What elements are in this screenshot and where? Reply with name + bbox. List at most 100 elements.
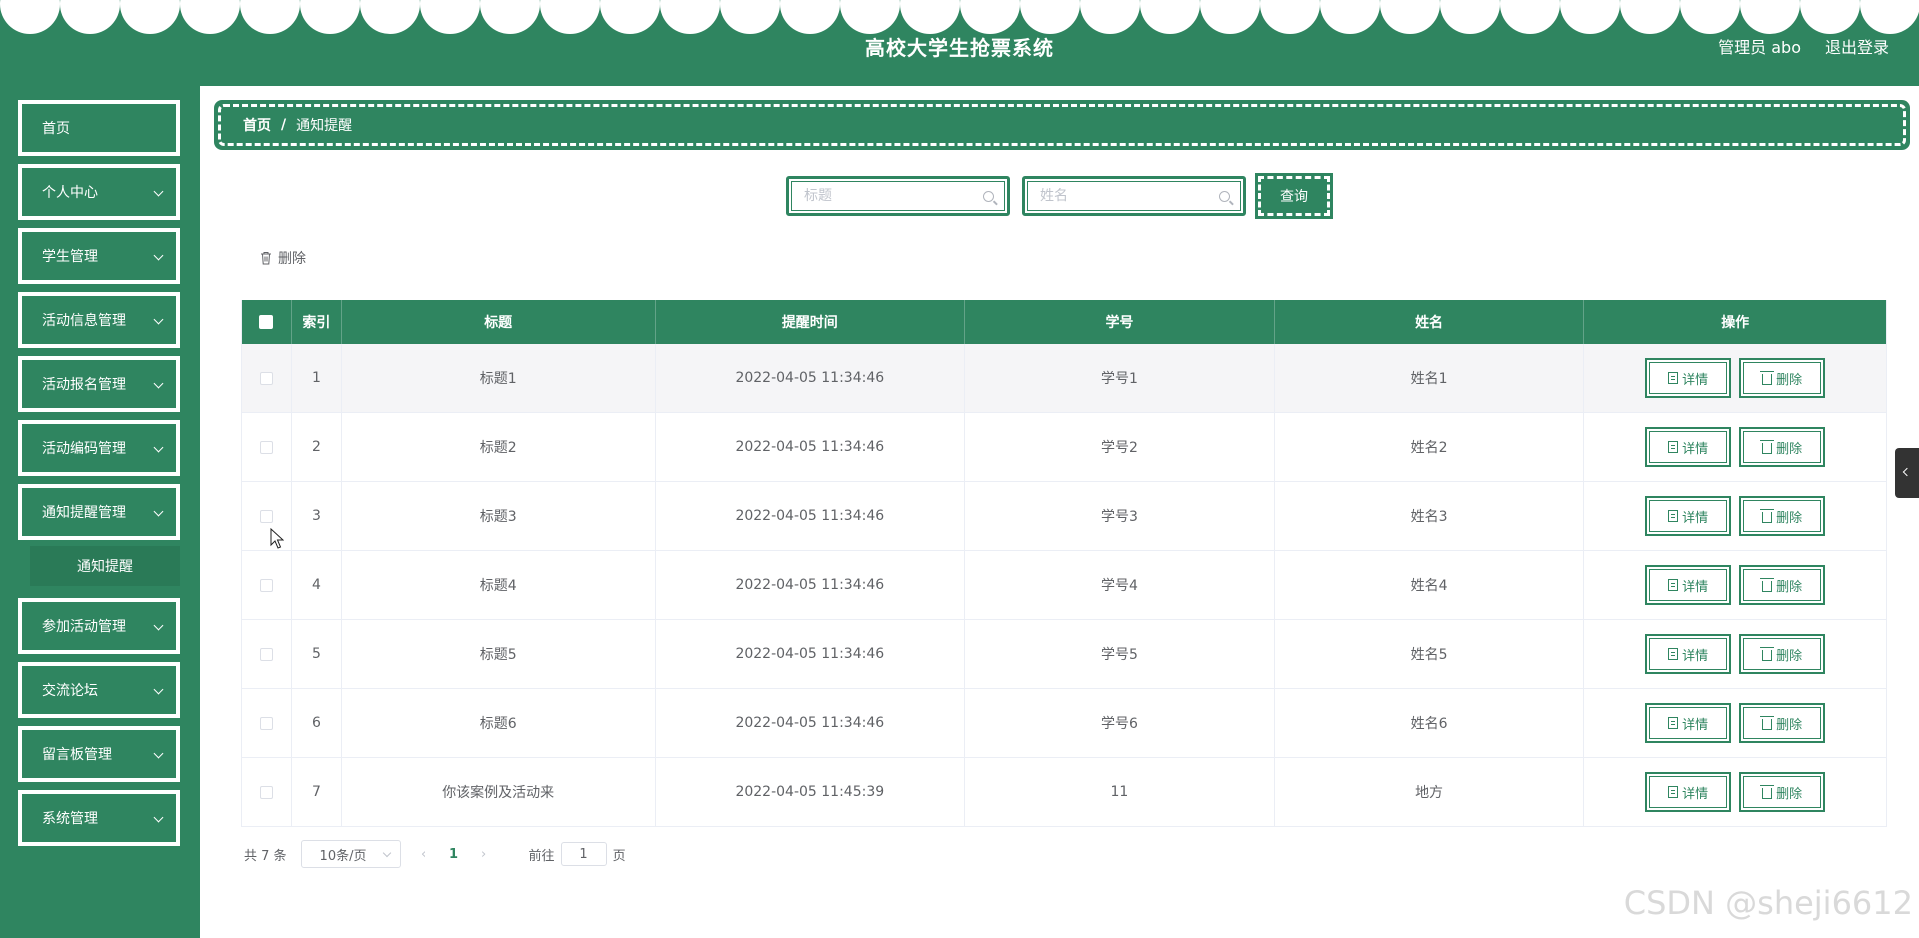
goto-page: 前往 页 [529, 842, 626, 866]
search-icon [1219, 191, 1230, 202]
submenu-item-notification[interactable]: 通知提醒 [30, 546, 180, 586]
cell-title: 标题3 [342, 482, 656, 550]
cell-index: 1 [292, 344, 342, 412]
document-icon [1668, 717, 1679, 729]
column-header-student-no: 学号 [965, 300, 1275, 344]
sidebar-item-label: 个人中心 [42, 185, 98, 201]
row-checkbox[interactable] [259, 371, 273, 385]
pagination-total: 共 7 条 [244, 848, 287, 864]
detail-button[interactable]: 详情 [1645, 496, 1732, 536]
row-checkbox[interactable] [259, 440, 273, 454]
cell-actions: 详情 删除 [1584, 689, 1886, 757]
cell-name: 姓名5 [1275, 620, 1585, 688]
sidebar-item-student-management[interactable]: 学生管理 [18, 228, 180, 284]
column-header-name: 姓名 [1275, 300, 1585, 344]
detail-label: 详情 [1682, 441, 1709, 457]
scallop [1680, 0, 1740, 34]
row-checkbox[interactable] [259, 647, 273, 661]
sidebar-item-activity-info[interactable]: 活动信息管理 [18, 292, 180, 348]
row-checkbox[interactable] [259, 509, 273, 523]
title-search-input[interactable] [804, 188, 984, 204]
breadcrumb-home[interactable]: 首页 [243, 115, 271, 135]
detail-button[interactable]: 详情 [1645, 634, 1732, 674]
sidebar-item-join-activity[interactable]: 参加活动管理 [18, 598, 180, 654]
row-select-cell [242, 620, 292, 688]
cell-remind-time: 2022-04-05 11:45:39 [656, 758, 966, 826]
scallop [1260, 0, 1320, 34]
cell-actions: 详情 删除 [1584, 344, 1886, 412]
delete-button[interactable]: 删除 [1739, 427, 1826, 467]
sidebar-item-system[interactable]: 系统管理 [18, 790, 180, 846]
chevron-down-icon [153, 748, 164, 759]
cell-remind-time: 2022-04-05 11:34:46 [656, 551, 966, 619]
sidebar-item-personal-center[interactable]: 个人中心 [18, 164, 180, 220]
document-icon [1668, 786, 1679, 798]
sidebar-item-home[interactable]: 首页 [18, 100, 180, 156]
delete-button[interactable]: 删除 [1739, 358, 1826, 398]
detail-button[interactable]: 详情 [1645, 427, 1732, 467]
sidebar-item-label: 活动信息管理 [42, 313, 126, 329]
cell-index: 2 [292, 413, 342, 481]
batch-delete-button[interactable]: 删除 [260, 248, 306, 268]
logout-link[interactable]: 退出登录 [1825, 34, 1889, 58]
document-icon [1668, 648, 1679, 660]
header-user-area: 管理员 abo 退出登录 [1718, 34, 1889, 58]
detail-button[interactable]: 详情 [1645, 703, 1732, 743]
detail-button[interactable]: 详情 [1645, 358, 1732, 398]
name-search-field[interactable] [1022, 176, 1246, 216]
sidebar-item-forum[interactable]: 交流论坛 [18, 662, 180, 718]
detail-button-inner: 详情 [1649, 776, 1728, 808]
delete-button[interactable]: 删除 [1739, 496, 1826, 536]
sidebar-item-label: 活动报名管理 [42, 377, 126, 393]
sidebar-item-activity-code[interactable]: 活动编码管理 [18, 420, 180, 476]
sidebar-item-message-board[interactable]: 留言板管理 [18, 726, 180, 782]
cell-student-no: 学号6 [965, 689, 1275, 757]
scallop [1440, 0, 1500, 34]
detail-button[interactable]: 详情 [1645, 772, 1732, 812]
scallop [360, 0, 420, 34]
detail-button-inner: 详情 [1649, 638, 1728, 670]
next-page-button[interactable]: › [469, 847, 499, 862]
row-checkbox[interactable] [259, 716, 273, 730]
search-icon [983, 191, 994, 202]
cell-remind-time: 2022-04-05 11:34:46 [656, 413, 966, 481]
sidebar-item-label: 交流论坛 [42, 683, 98, 699]
chevron-down-icon [153, 378, 164, 389]
sidebar-item-activity-signup[interactable]: 活动报名管理 [18, 356, 180, 412]
delete-label: 删除 [1776, 372, 1803, 388]
name-search-input[interactable] [1040, 188, 1220, 204]
goto-suffix: 页 [612, 848, 626, 864]
row-select-cell [242, 689, 292, 757]
row-checkbox[interactable] [259, 578, 273, 592]
delete-button[interactable]: 删除 [1739, 565, 1826, 605]
delete-button[interactable]: 删除 [1739, 772, 1826, 812]
select-all-checkbox[interactable] [259, 315, 274, 329]
title-search-field[interactable] [786, 176, 1010, 216]
page-size-select[interactable]: 10条/页 [300, 840, 401, 868]
goto-page-input[interactable] [560, 842, 607, 866]
sidebar-item-label: 通知提醒管理 [42, 505, 126, 521]
scallop [1020, 0, 1080, 34]
scallop [1500, 0, 1560, 34]
prev-page-button[interactable]: ‹ [409, 847, 439, 862]
row-checkbox[interactable] [259, 785, 273, 799]
side-collapse-tab[interactable] [1895, 448, 1919, 498]
table-row: 7 你该案例及活动来 2022-04-05 11:45:39 11 地方 详情 … [242, 758, 1886, 827]
document-icon [1668, 510, 1679, 522]
sidebar-item-notification[interactable]: 通知提醒管理 [18, 484, 180, 540]
detail-button[interactable]: 详情 [1645, 565, 1732, 605]
page-number-current[interactable]: 1 [439, 847, 469, 862]
name-search-inner [1027, 181, 1241, 211]
scallop [1320, 0, 1380, 34]
cell-actions: 详情 删除 [1584, 482, 1886, 550]
scallop [60, 0, 120, 34]
scallop [480, 0, 540, 34]
query-button[interactable]: 查询 [1255, 173, 1333, 219]
cell-title: 标题5 [342, 620, 656, 688]
delete-button[interactable]: 删除 [1739, 634, 1826, 674]
trash-icon [1760, 577, 1775, 592]
delete-button-inner: 删除 [1743, 776, 1822, 808]
scallop-decoration [0, 0, 1919, 34]
delete-button[interactable]: 删除 [1739, 703, 1826, 743]
chevron-left-icon [1902, 467, 1912, 477]
